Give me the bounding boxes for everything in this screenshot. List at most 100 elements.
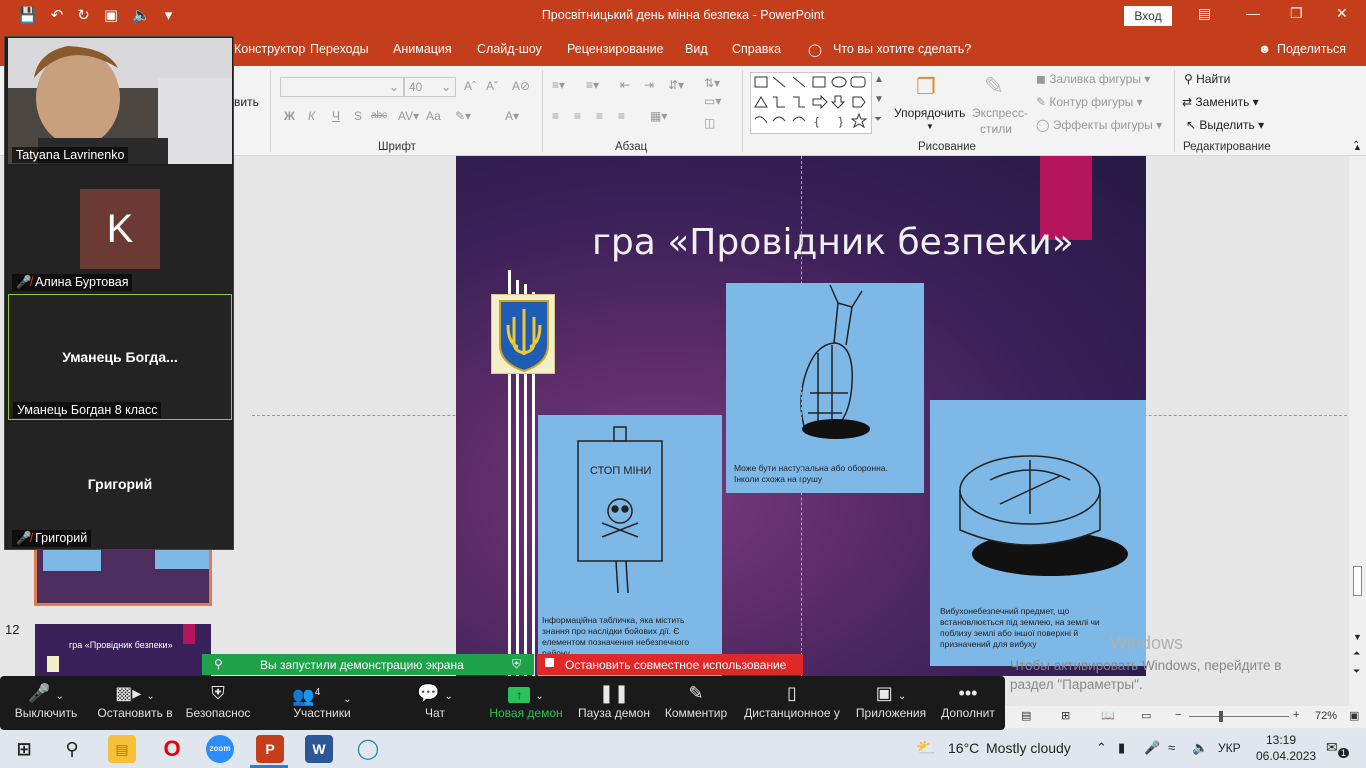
tab-transitions[interactable]: Переходы [310,42,369,56]
tab-design[interactable]: Конструктор [234,42,305,56]
sign-in-button[interactable]: Вход [1124,6,1172,26]
apps-button[interactable]: ▣ ⌄ Приложения [852,676,930,730]
zoom-slider-thumb[interactable] [1219,711,1223,722]
windows-start-icon[interactable]: ⊞ [10,735,38,763]
clock-date[interactable]: 06.04.2023 [1256,749,1316,763]
align-right-icon[interactable]: ≡ [596,109,603,123]
pin-icon[interactable]: ⚲ [214,657,223,671]
align-text-icon[interactable]: ▭▾ [704,94,721,108]
numbering-icon[interactable]: ≡▾ [586,78,599,92]
minimize-button[interactable]: — [1246,5,1260,21]
replace-button[interactable]: ⇄ Заменить ▾ [1182,95,1259,109]
card-warning-sign[interactable]: СТОП МІНИ Інформаційна табличка, яка міс… [538,415,722,676]
zoom-level[interactable]: 72% [1315,710,1337,722]
quick-styles-icon[interactable]: ✎ [984,72,1004,101]
card-grenade[interactable]: Може бути наступальна або оборонна. Інко… [726,283,924,493]
stop-share-button[interactable]: Остановить совместное использование [537,654,803,675]
grow-font-icon[interactable]: Aˆ [464,79,476,93]
bold-button[interactable]: Ж [284,109,295,123]
shrink-font-icon[interactable]: Aˇ [486,79,498,93]
gallery-down-icon[interactable]: ▼ [874,94,884,105]
zoom-app-icon[interactable]: zoom [206,735,234,763]
underline-button[interactable]: Ч [332,109,340,123]
line-spacing-icon[interactable]: ⇵▾ [668,78,684,92]
reading-view-icon[interactable]: 📖 [1101,709,1115,722]
pause-share-button[interactable]: ❚❚ Пауза демон [576,676,652,730]
edge-icon[interactable]: ◯ [354,735,382,763]
video-tile-4[interactable]: Григорий 🎤̸ Григорий [8,422,232,548]
annotate-button[interactable]: ✎ Комментир [660,676,732,730]
powerpoint-icon[interactable]: P [256,735,284,763]
prev-slide-icon[interactable]: ⏶ [1353,648,1360,659]
participants-button[interactable]: 👥4 ⌄ Участники [286,676,358,730]
tab-slideshow[interactable]: Слайд-шоу [477,42,542,56]
zoom-out-button[interactable]: − [1175,709,1181,721]
shape-effects-button[interactable]: ◯ Эффекты фигуры ▾ [1036,118,1162,132]
shapes-gallery[interactable]: { } [750,72,872,134]
arrange-button[interactable]: Упорядочить [894,106,965,120]
chat-button[interactable]: 💬 ⌄ Чат [410,676,460,730]
opera-icon[interactable]: O [158,735,186,763]
align-left-icon[interactable]: ≡ [552,109,559,123]
shadow-button[interactable]: S [354,109,362,123]
strikethrough-button[interactable]: abc [371,110,387,121]
highlight-icon[interactable]: ✎▾ [455,109,471,123]
gallery-more-icon[interactable]: ⏷ [874,114,882,125]
word-icon[interactable]: W [305,735,333,763]
notifications-icon[interactable]: ✉ [1326,739,1338,756]
weather-temp[interactable]: 16°C [948,740,979,756]
card-landmine[interactable]: Вибухонебезпечний предмет, що встановлює… [930,400,1146,666]
font-color-icon[interactable]: A▾ [505,109,519,123]
tab-animations[interactable]: Анимация [393,42,452,56]
clock-time[interactable]: 13:19 [1266,733,1296,747]
align-center-icon[interactable]: ≡ [574,109,581,123]
justify-icon[interactable]: ≡ [618,109,625,123]
font-family-dropdown[interactable]: ⌄ [280,77,404,97]
new-share-button[interactable]: ↑ ⌄ Новая демон [486,676,566,730]
vertical-scrollbar[interactable]: ▲ ▼ ⏶ ⏷ [1349,142,1366,706]
microphone-tray-icon[interactable]: 🎤 [1144,740,1160,756]
search-icon[interactable]: ⚲ [58,735,86,763]
shape-outline-button[interactable]: ✎ Контур фигуры ▾ [1036,95,1143,109]
video-tile-3[interactable]: Уманець Богда... Уманець Богдан 8 класс [8,294,232,420]
font-size-dropdown[interactable]: 40 ⌄ [404,77,456,97]
zoom-in-button[interactable]: + [1293,709,1299,721]
weather-icon[interactable]: ⛅ [916,738,936,758]
fit-slide-icon[interactable]: ▣ [1349,709,1359,722]
security-button[interactable]: ⛨ Безопаснос [182,676,254,730]
tab-help[interactable]: Справка [732,42,781,56]
columns-icon[interactable]: ▦▾ [650,109,667,123]
scroll-down-icon[interactable]: ▼ [1353,632,1362,642]
share-button[interactable]: Поделиться [1277,42,1346,56]
slide-title[interactable]: гра «Провідник безпеки» [592,222,1112,263]
video-tile-1[interactable]: Tatyana Lavrinenko [8,38,232,164]
shape-fill-button[interactable]: ◼ Заливка фигуры ▾ [1036,72,1150,86]
video-tile-2[interactable]: K 🎤̸ Алина Буртовая [8,166,232,292]
scroll-thumb[interactable] [1353,566,1362,596]
tab-review[interactable]: Рецензирование [567,42,664,56]
gallery-up-icon[interactable]: ▲ [874,74,884,85]
paste-button-label[interactable]: вить [234,95,259,109]
tell-me-input[interactable]: Что вы хотите сделать? [833,42,971,56]
select-button[interactable]: ↖ Выделить ▾ [1186,118,1264,132]
mute-button[interactable]: 🎤 ⌄ Выключить [8,676,84,730]
next-slide-icon[interactable]: ⏷ [1353,666,1360,677]
language-indicator[interactable]: УКР [1218,741,1241,755]
volume-icon[interactable]: 🔈 [1192,740,1208,756]
file-explorer-icon[interactable]: ▤ [108,735,136,763]
thumbnail-slide-12[interactable]: гра «Провідник безпеки» [35,624,211,676]
char-spacing-icon[interactable]: AV▾ [398,109,419,123]
tray-chevron-icon[interactable]: ⌃ [1096,740,1107,756]
remote-control-button[interactable]: ▯ Дистанционное у [740,676,844,730]
normal-view-icon[interactable]: ▤ [1021,709,1031,722]
change-case-button[interactable]: Аа [426,109,441,123]
slideshow-icon[interactable]: ▭ [1141,709,1151,722]
increase-indent-icon[interactable]: ⇥ [644,78,654,92]
ribbon-display-icon[interactable]: ▤ [1198,5,1211,22]
slide-sorter-icon[interactable]: ⊞ [1061,709,1070,722]
weather-desc[interactable]: Mostly cloudy [986,740,1071,756]
scroll-up-icon[interactable]: ▲ [1353,142,1362,152]
battery-icon[interactable]: ▮ [1118,740,1125,756]
italic-button[interactable]: К [308,109,315,123]
clear-formatting-icon[interactable]: A⊘ [512,79,530,93]
